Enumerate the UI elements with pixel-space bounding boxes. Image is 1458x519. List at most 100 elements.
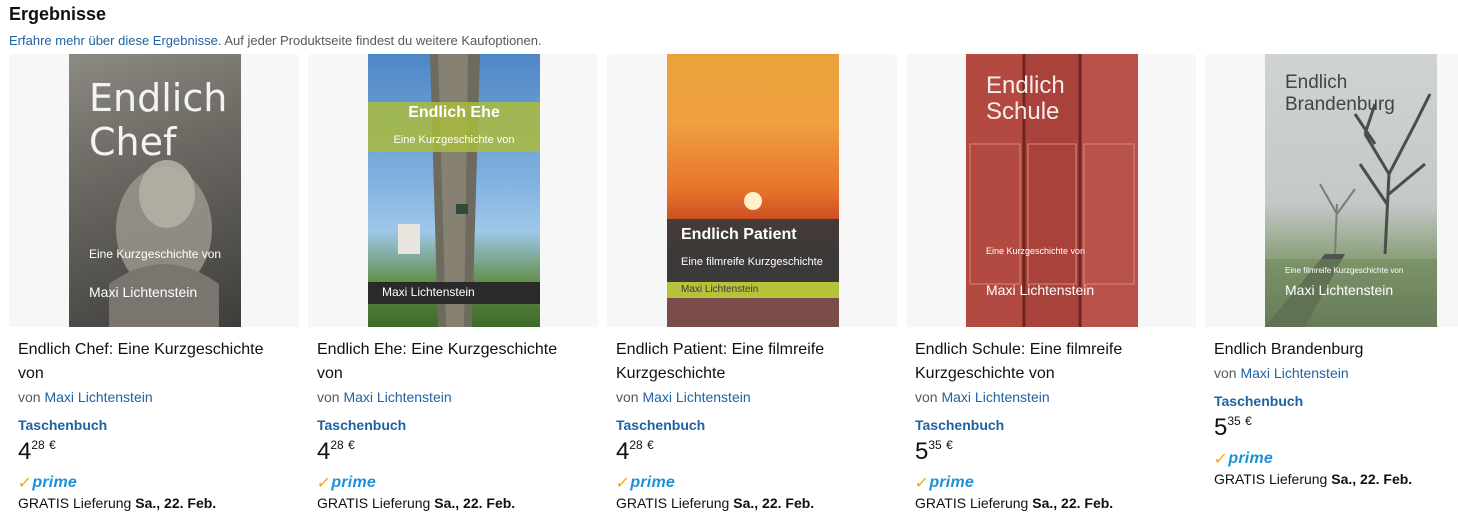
cover-title-line2: Schule xyxy=(986,98,1060,125)
product-card: Endlich Schule Eine Kurzgeschichte von M… xyxy=(906,54,1196,519)
product-info: Endlich Chef: Eine Kurzgeschichte von vo… xyxy=(16,338,288,513)
byline-prefix: von xyxy=(317,389,344,405)
price-fraction: 28 xyxy=(31,438,45,452)
format-link[interactable]: Taschenbuch xyxy=(317,415,587,435)
price-whole: 4 xyxy=(18,438,32,465)
byline-prefix: von xyxy=(18,389,45,405)
product-image-area[interactable]: Endlich Chef Eine Kurzgeschichte von Max… xyxy=(9,54,299,327)
delivery-date: Sa., 22. Feb. xyxy=(135,495,217,511)
price[interactable]: 428 € xyxy=(616,437,886,467)
delivery-prefix: GRATIS Lieferung xyxy=(317,495,435,511)
product-image-area[interactable]: Endlich Patient Eine filmreife Kurzgesch… xyxy=(607,54,897,327)
learn-more-link[interactable]: Erfahre mehr über diese Ergebnisse. xyxy=(9,33,221,48)
book-cover[interactable]: Endlich Patient Eine filmreife Kurzgesch… xyxy=(667,54,839,327)
byline-prefix: von xyxy=(915,389,942,405)
cover-title-line2: Chef xyxy=(89,120,177,164)
price[interactable]: 535 € xyxy=(1214,413,1458,443)
format-link[interactable]: Taschenbuch xyxy=(616,415,886,435)
prime-label: prime xyxy=(331,474,376,491)
product-info: Endlich Patient: Eine filmreife Kurzgesc… xyxy=(614,338,886,513)
delivery-info: GRATIS Lieferung Sa., 22. Feb. xyxy=(18,493,288,513)
price-fraction: 28 xyxy=(330,438,344,452)
cover-author: Maxi Lichtenstein xyxy=(1285,282,1394,298)
price[interactable]: 428 € xyxy=(18,437,288,467)
product-info: Endlich Ehe: Eine Kurzgeschichte von von… xyxy=(315,338,587,513)
delivery-date: Sa., 22. Feb. xyxy=(733,495,815,511)
author-link[interactable]: Maxi Lichtenstein xyxy=(343,389,451,405)
product-title[interactable]: Endlich Patient: Eine filmreife Kurzgesc… xyxy=(616,338,886,386)
author-link[interactable]: Maxi Lichtenstein xyxy=(44,389,152,405)
book-cover[interactable]: Endlich Schule Eine Kurzgeschichte von M… xyxy=(966,54,1138,327)
delivery-info: GRATIS Lieferung Sa., 22. Feb. xyxy=(317,493,587,513)
author-link[interactable]: Maxi Lichtenstein xyxy=(941,389,1049,405)
price-whole: 5 xyxy=(915,438,929,465)
cover-author: Maxi Lichtenstein xyxy=(986,282,1095,298)
prime-badge: ✓ prime xyxy=(1213,449,1458,469)
prime-check-icon: ✓ xyxy=(16,475,33,492)
product-card: Endlich Brandenburg Eine filmreife Kurzg… xyxy=(1205,54,1458,519)
delivery-prefix: GRATIS Lieferung xyxy=(915,495,1033,511)
prime-badge: ✓ prime xyxy=(913,473,1185,493)
format-link[interactable]: Taschenbuch xyxy=(915,415,1185,435)
product-byline: von Maxi Lichtenstein xyxy=(1214,363,1458,383)
prime-label: prime xyxy=(929,474,974,491)
price-currency: € xyxy=(946,438,953,452)
format-link[interactable]: Taschenbuch xyxy=(18,415,288,435)
delivery-date: Sa., 22. Feb. xyxy=(1032,495,1114,511)
price-whole: 4 xyxy=(317,438,331,465)
delivery-info: GRATIS Lieferung Sa., 22. Feb. xyxy=(915,493,1185,513)
product-card: Endlich Ehe Eine Kurzgeschichte von Maxi… xyxy=(308,54,598,519)
author-link[interactable]: Maxi Lichtenstein xyxy=(642,389,750,405)
prime-check-icon: ✓ xyxy=(913,475,930,492)
price-whole: 5 xyxy=(1214,414,1228,441)
prime-badge: ✓ prime xyxy=(315,473,587,493)
prime-label: prime xyxy=(32,474,77,491)
product-byline: von Maxi Lichtenstein xyxy=(317,387,587,407)
results-subline: Erfahre mehr über diese Ergebnisse. Auf … xyxy=(9,33,542,48)
price-fraction: 35 xyxy=(928,438,942,452)
prime-badge: ✓ prime xyxy=(16,473,288,493)
product-image-area[interactable]: Endlich Brandenburg Eine filmreife Kurzg… xyxy=(1205,54,1458,327)
delivery-date: Sa., 22. Feb. xyxy=(434,495,516,511)
prime-label: prime xyxy=(630,474,675,491)
prime-check-icon: ✓ xyxy=(614,475,631,492)
cover-subtitle: Eine Kurzgeschichte von xyxy=(986,246,1086,256)
price-fraction: 28 xyxy=(629,438,643,452)
cover-author: Maxi Lichtenstein xyxy=(681,284,759,295)
product-title[interactable]: Endlich Schule: Eine filmreife Kurzgesch… xyxy=(915,338,1185,386)
price-currency: € xyxy=(49,438,56,452)
product-title[interactable]: Endlich Brandenburg xyxy=(1214,338,1458,362)
product-image-area[interactable]: Endlich Ehe Eine Kurzgeschichte von Maxi… xyxy=(308,54,598,327)
author-link[interactable]: Maxi Lichtenstein xyxy=(1240,365,1348,381)
cover-title-line1: Endlich xyxy=(89,76,228,120)
cover-title: Endlich Ehe xyxy=(408,104,500,121)
cover-title-line1: Endlich xyxy=(1285,72,1348,93)
price-whole: 4 xyxy=(616,438,630,465)
product-title[interactable]: Endlich Chef: Eine Kurzgeschichte von xyxy=(18,338,288,386)
results-note: Auf jeder Produktseite findest du weiter… xyxy=(221,33,542,48)
book-cover[interactable]: Endlich Chef Eine Kurzgeschichte von Max… xyxy=(69,54,241,327)
results-heading: Ergebnisse xyxy=(9,4,107,24)
cover-subtitle: Eine filmreife Kurzgeschichte xyxy=(681,256,823,268)
product-card: Endlich Chef Eine Kurzgeschichte von Max… xyxy=(9,54,299,519)
price[interactable]: 428 € xyxy=(317,437,587,467)
byline-prefix: von xyxy=(616,389,643,405)
book-cover[interactable]: Endlich Brandenburg Eine filmreife Kurzg… xyxy=(1265,54,1437,327)
cover-author: Maxi Lichtenstein xyxy=(89,284,198,300)
product-title[interactable]: Endlich Ehe: Eine Kurzgeschichte von xyxy=(317,338,587,386)
delivery-info: GRATIS Lieferung Sa., 22. Feb. xyxy=(616,493,886,513)
product-info: Endlich Brandenburg von Maxi Lichtenstei… xyxy=(1213,338,1458,489)
format-link[interactable]: Taschenbuch xyxy=(1214,391,1458,411)
product-byline: von Maxi Lichtenstein xyxy=(915,387,1185,407)
product-image-area[interactable]: Endlich Schule Eine Kurzgeschichte von M… xyxy=(906,54,1196,327)
delivery-info: GRATIS Lieferung Sa., 22. Feb. xyxy=(1214,469,1458,489)
product-card: Endlich Patient Eine filmreife Kurzgesch… xyxy=(607,54,897,519)
prime-check-icon: ✓ xyxy=(315,475,332,492)
prime-badge: ✓ prime xyxy=(614,473,886,493)
results-grid: Endlich Chef Eine Kurzgeschichte von Max… xyxy=(9,54,1458,519)
delivery-date: Sa., 22. Feb. xyxy=(1331,471,1413,487)
book-cover[interactable]: Endlich Ehe Eine Kurzgeschichte von Maxi… xyxy=(368,54,540,327)
price[interactable]: 535 € xyxy=(915,437,1185,467)
product-info: Endlich Schule: Eine filmreife Kurzgesch… xyxy=(913,338,1185,513)
price-fraction: 35 xyxy=(1227,414,1241,428)
